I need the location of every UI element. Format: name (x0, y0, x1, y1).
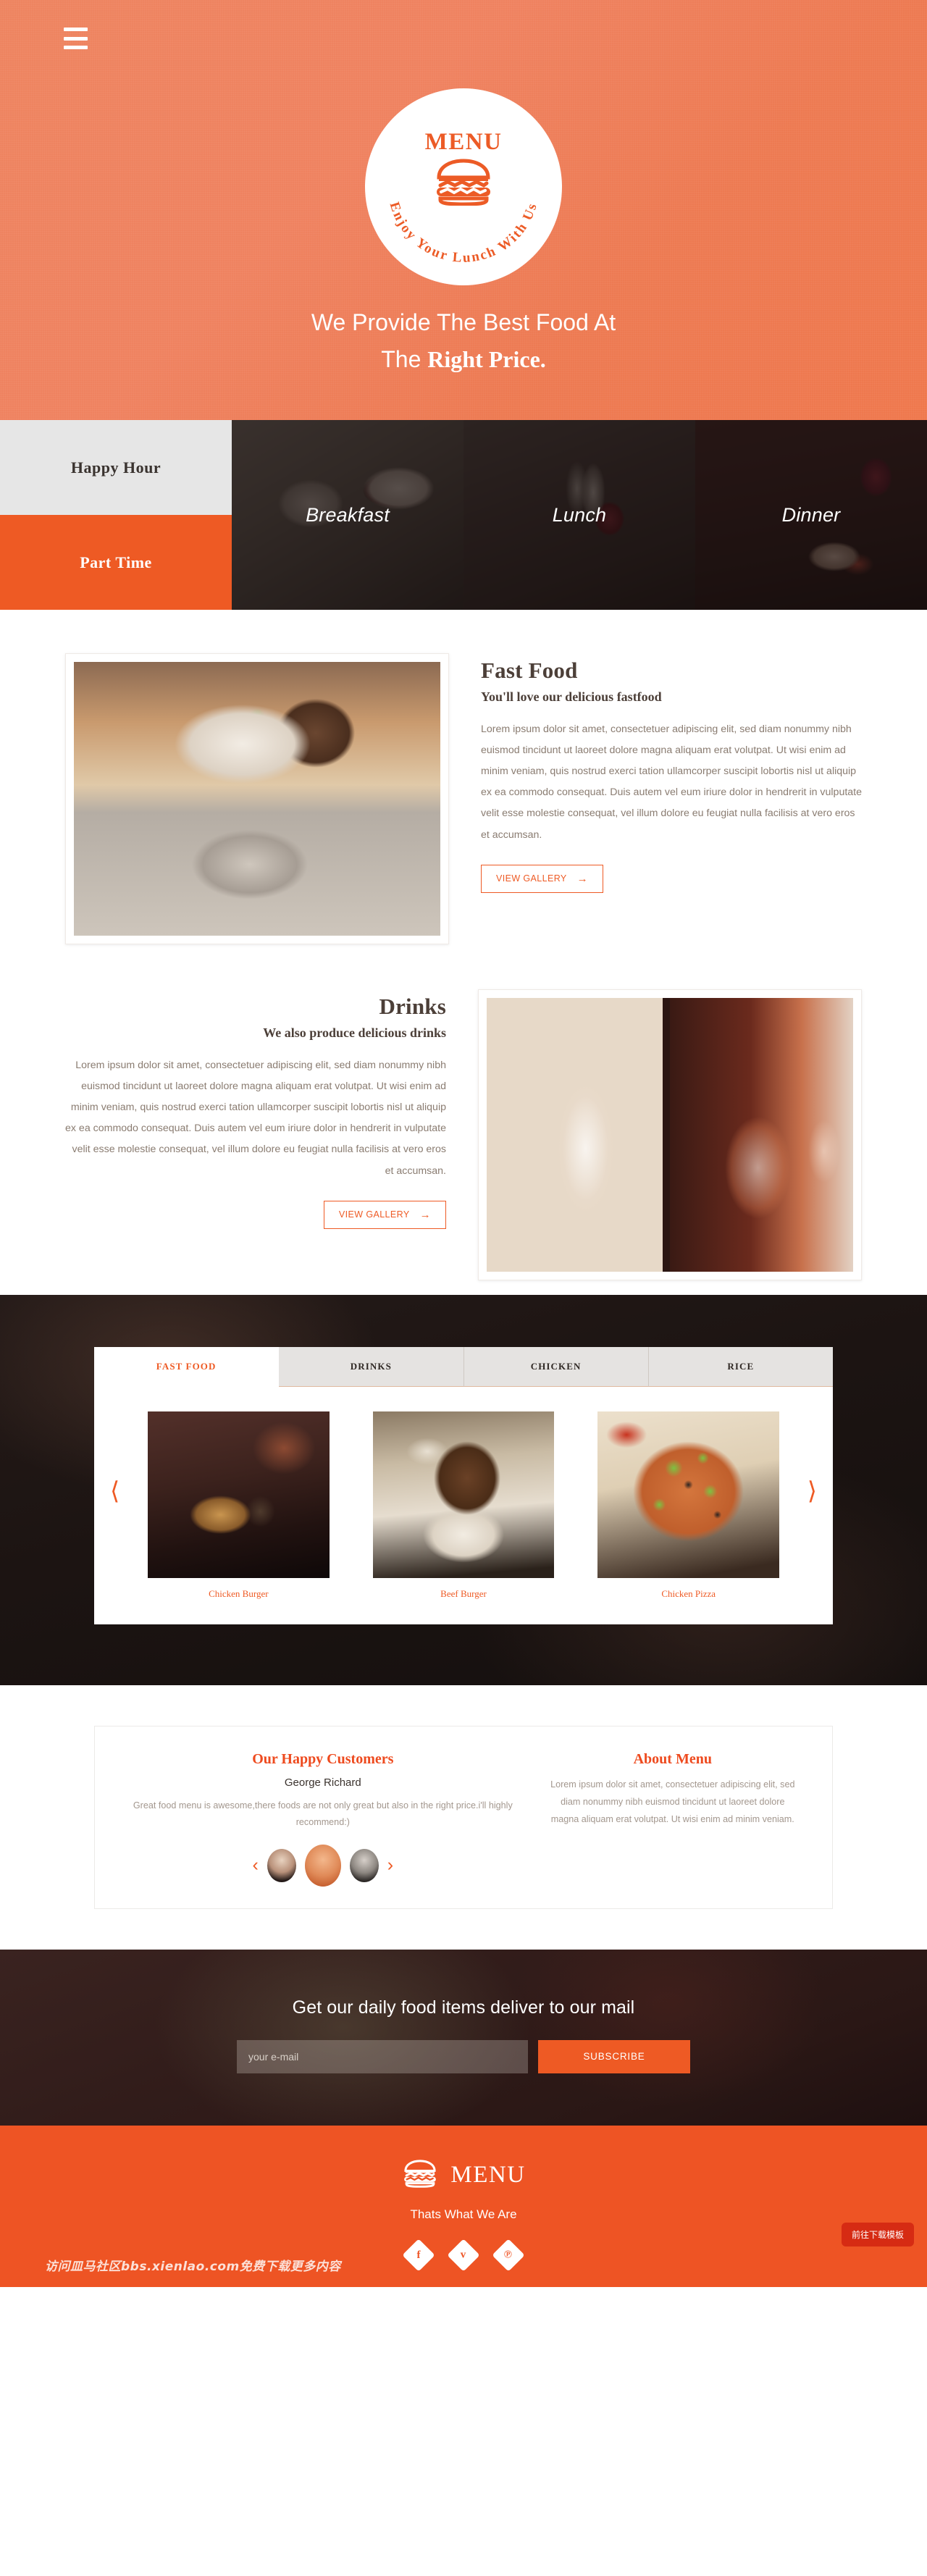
about-menu-panel: About Menu Lorem ipsum dolor sit amet, c… (532, 1751, 813, 1887)
beef-burger-photo (372, 1411, 555, 1578)
drinks-photo (487, 998, 853, 1272)
meal-tab-lunch[interactable]: Lunch (464, 420, 695, 610)
facebook-icon[interactable]: f (402, 2238, 435, 2272)
chicken-burger-photo (148, 1411, 330, 1578)
arrow-right-icon: → (576, 872, 589, 885)
drinks-body: Lorem ipsum dolor sit amet, consectetuer… (65, 1060, 447, 1177)
fast-food-text: Fast Food You'll love our delicious fast… (481, 653, 862, 893)
facebook-glyph: f (416, 2249, 421, 2261)
avatar-active[interactable] (304, 1844, 341, 1887)
meal-tab-dinner-label: Dinner (781, 503, 841, 526)
svg-text:Enjoy Your Lunch With Us: Enjoy Your Lunch With Us (387, 201, 541, 266)
hero-headline-plain: The (381, 346, 428, 373)
meal-tabs-strip: Happy Hour Part Time Breakfast Lunch Din… (0, 420, 927, 610)
about-menu-body: Lorem ipsum dolor sit amet, consectetuer… (550, 1779, 795, 1824)
pinterest-icon[interactable]: ℗ (492, 2238, 525, 2272)
drinks-title: Drinks (379, 994, 446, 1019)
download-template-badge[interactable]: 前往下载模板 (841, 2222, 914, 2246)
hero-headline-line2: The Right Price. (0, 341, 927, 378)
avatar[interactable] (267, 1848, 296, 1882)
gallery-tab-chicken[interactable]: CHICKEN (464, 1347, 649, 1387)
hero-headline-line1: We Provide The Best Food At (311, 309, 616, 335)
hero-headline: We Provide The Best Food At The Right Pr… (0, 304, 927, 378)
about-menu-heading: About Menu (633, 1751, 712, 1767)
restaurant-landing-page: MENU Enjoy Your Lunch With Us We Provide… (0, 0, 927, 2287)
site-footer: MENU Thats What We Are f ᴠ ℗ 访问皿马社区bbs.x… (0, 2125, 927, 2287)
content-sections: Fast Food You'll love our delicious fast… (0, 610, 927, 1295)
gallery-section: FAST FOOD DRINKS CHICKEN RICE Chicken Bu… (0, 1295, 927, 1685)
gallery-card: FAST FOOD DRINKS CHICKEN RICE Chicken Bu… (94, 1347, 833, 1624)
drinks-view-gallery-button[interactable]: VIEW GALLERY → (323, 1200, 446, 1229)
chevron-left-icon[interactable]: ‹ (252, 1856, 258, 1874)
hamburger-bar (64, 36, 88, 41)
newsletter-form: SUBSCRIBE (0, 2039, 927, 2073)
drinks-view-gallery-label: VIEW GALLERY (338, 1209, 410, 1220)
section-drinks: Drinks We also produce delicious drinks … (65, 989, 862, 1280)
fast-food-body: Lorem ipsum dolor sit amet, consectetuer… (481, 723, 863, 841)
newsletter-section: Get our daily food items deliver to our … (0, 1950, 927, 2126)
testimonial-avatars: ‹ › (131, 1844, 515, 1887)
hamburger-menu-icon[interactable] (64, 28, 88, 49)
gallery-items: Chicken Burger Beef Burger Chicken Pizza (94, 1387, 833, 1600)
chicken-pizza-photo (597, 1411, 780, 1578)
fast-food-subtitle: You'll love our delicious fastfood (481, 689, 662, 704)
subscribe-button[interactable]: SUBSCRIBE (538, 2039, 690, 2073)
drinks-image-frame (478, 989, 862, 1280)
gallery-tab-rice[interactable]: RICE (648, 1347, 833, 1387)
meal-tab-lunch-label: Lunch (552, 503, 607, 526)
twitter-glyph: ᴠ (461, 2249, 466, 2261)
meal-tab-happy-hour[interactable]: Happy Hour (0, 420, 232, 515)
logo-badge[interactable]: MENU Enjoy Your Lunch With Us (365, 88, 562, 285)
meal-tab-part-time[interactable]: Part Time (0, 515, 232, 610)
meal-tab-breakfast-label: Breakfast (306, 503, 390, 526)
hamburger-bar (64, 28, 88, 31)
testimonial-panel: Our Happy Customers George Richard Great… (114, 1751, 532, 1887)
testimonial-card: Our Happy Customers George Richard Great… (94, 1726, 833, 1909)
logo-tagline: Enjoy Your Lunch With Us (387, 201, 539, 266)
testimonial-quote: Great food menu is awesome,there foods a… (133, 1800, 513, 1828)
section-fast-food: Fast Food You'll love our delicious fast… (65, 653, 862, 944)
gallery-item[interactable]: Chicken Pizza (597, 1411, 780, 1600)
logo-tagline-curve: Enjoy Your Lunch With Us (387, 201, 541, 266)
testimonial-author: George Richard (284, 1776, 361, 1789)
fast-food-view-gallery-label: VIEW GALLERY (496, 873, 567, 884)
meal-tab-breakfast[interactable]: Breakfast (232, 420, 464, 610)
gallery-item-caption: Chicken Pizza (661, 1588, 716, 1599)
meal-tab-dinner[interactable]: Dinner (695, 420, 927, 610)
drinks-subtitle: We also produce delicious drinks (263, 1025, 446, 1040)
hero-headline-highlight: Right Price. (427, 346, 546, 373)
footer-tagline: Thats What We Are (410, 2207, 517, 2221)
testimonial-heading: Our Happy Customers (252, 1751, 394, 1767)
fast-food-view-gallery-button[interactable]: VIEW GALLERY → (481, 864, 604, 893)
gallery-tabs: FAST FOOD DRINKS CHICKEN RICE (94, 1347, 833, 1387)
drinks-text: Drinks We also produce delicious drinks … (65, 989, 446, 1229)
chevron-right-icon[interactable]: ⟩ (808, 1479, 817, 1503)
hamburger-bar (64, 46, 88, 49)
fast-food-photo (74, 662, 440, 936)
burger-icon (401, 2159, 439, 2191)
watermark-text: 访问皿马社区bbs.xienlao.com免费下载更多内容 (45, 2259, 341, 2274)
gallery-item[interactable]: Beef Burger (372, 1411, 555, 1600)
chevron-left-icon[interactable]: ⟨ (110, 1479, 119, 1503)
gallery-item[interactable]: Chicken Burger (148, 1411, 330, 1600)
footer-brand: MENU (0, 2159, 927, 2191)
testimonial-section: Our Happy Customers George Richard Great… (0, 1685, 927, 1950)
gallery-tab-fast-food[interactable]: FAST FOOD (94, 1347, 280, 1387)
gallery-item-caption: Chicken Burger (209, 1588, 269, 1599)
fast-food-image-frame (65, 653, 449, 944)
newsletter-heading: Get our daily food items deliver to our … (292, 1997, 635, 2018)
hero-section: MENU Enjoy Your Lunch With Us We Provide… (0, 0, 927, 420)
gallery-item-caption: Beef Burger (440, 1588, 487, 1599)
email-input[interactable] (237, 2039, 528, 2073)
gallery-tab-drinks[interactable]: DRINKS (279, 1347, 464, 1387)
footer-brand-name: MENU (450, 2161, 526, 2188)
fast-food-title: Fast Food (481, 658, 578, 683)
chevron-right-icon[interactable]: › (387, 1856, 393, 1874)
meal-side-tabs: Happy Hour Part Time (0, 420, 232, 610)
twitter-icon[interactable]: ᴠ (447, 2238, 480, 2272)
avatar[interactable] (349, 1848, 379, 1882)
arrow-right-icon: → (419, 1208, 431, 1221)
pinterest-glyph: ℗ (504, 2249, 513, 2261)
